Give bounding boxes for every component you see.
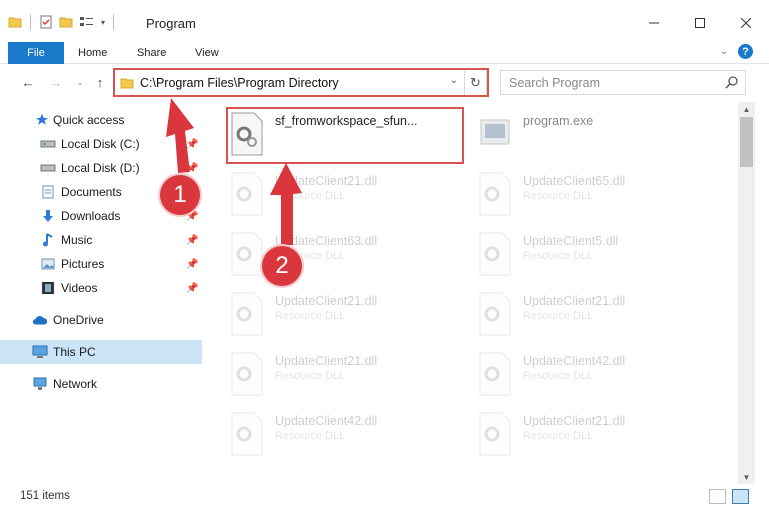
annotation-arrow-2 (270, 163, 302, 245)
annotation-step-1: 1 (160, 175, 200, 215)
annotation-arrows (166, 98, 302, 245)
annotation-step-2: 2 (262, 246, 302, 286)
annotation-arrow-1 (166, 98, 194, 173)
